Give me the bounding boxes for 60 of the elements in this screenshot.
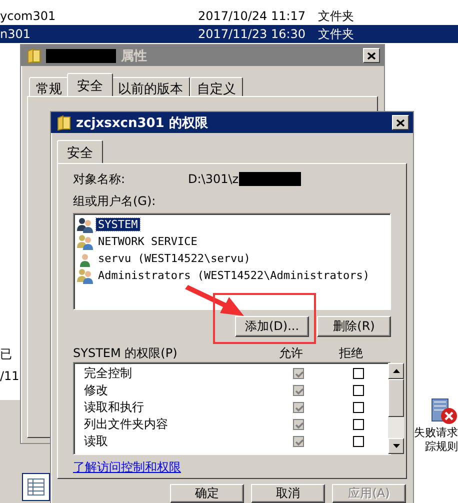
deny-checkbox[interactable]	[352, 419, 364, 430]
permission-name: 列出文件夹内容	[84, 416, 169, 433]
down-arrow-icon	[392, 444, 400, 448]
permission-name: 读取和执行	[84, 399, 145, 416]
column-header: 拒绝	[338, 344, 364, 362]
column-header: 允许	[278, 344, 304, 362]
taskbar-item[interactable]	[22, 473, 50, 501]
field-label: 组或用户名(G):	[73, 193, 157, 210]
file-name: n301	[0, 27, 32, 41]
folder-icon	[27, 48, 41, 64]
help-link[interactable]: 了解访问控制和权限	[73, 459, 181, 476]
users-icon	[77, 268, 93, 284]
modified-date: 2017/10/24 11:17	[198, 9, 307, 23]
annotation-arrow	[185, 285, 244, 316]
file-name: ycom301	[0, 9, 57, 23]
tab[interactable]: 以前的版本	[111, 77, 190, 96]
file-row[interactable]: n301 2017/11/23 16:30 文件夹	[0, 25, 458, 43]
close-icon	[367, 52, 376, 60]
tab[interactable]: 安全	[57, 140, 103, 163]
close-icon	[396, 118, 405, 126]
deny-checkbox[interactable]	[352, 385, 364, 396]
user-item[interactable]: SYSTEM	[96, 218, 140, 231]
field-label: 对象名称:	[73, 170, 126, 188]
file-row[interactable]: ycom301 2017/10/24 11:17 文件夹	[0, 7, 458, 25]
deny-checkbox[interactable]	[352, 402, 364, 413]
field-label: SYSTEM 的权限(P)	[73, 344, 178, 362]
deny-checkbox[interactable]	[352, 436, 364, 447]
permission-name: 完全控制	[84, 365, 133, 382]
ok-button[interactable]: 确定	[170, 484, 244, 503]
user-item[interactable]: NETWORK SERVICE	[96, 235, 200, 248]
permission-name: 修改	[84, 382, 109, 399]
window-title: 属性	[121, 48, 148, 64]
file-type: 文件夹	[318, 8, 354, 24]
tab[interactable]: 常规	[29, 77, 69, 96]
tab[interactable]: 自定义	[190, 77, 243, 96]
user-item[interactable]: servu (WEST14522\servu)	[96, 252, 252, 265]
remove-button[interactable]: 删除(R)	[317, 316, 391, 337]
close-button[interactable]	[392, 115, 409, 130]
file-text: 已	[0, 346, 12, 363]
folder-icon	[57, 114, 71, 130]
user-item[interactable]: Administrators (WEST14522\Administrators)	[96, 269, 372, 282]
item-label: 失败请求	[414, 426, 458, 440]
permission-name: 读取	[84, 433, 109, 450]
up-arrow-icon	[392, 369, 400, 373]
cancel-button[interactable]: 取消	[251, 484, 325, 503]
object-path: D:\301\z	[188, 172, 239, 186]
file-type: 文件夹	[318, 26, 354, 42]
users-icon	[77, 234, 93, 250]
add-button[interactable]: 添加(D)...	[235, 316, 309, 337]
scrollbar[interactable]	[388, 363, 404, 454]
redaction-bar	[238, 172, 301, 186]
tab[interactable]: 安全	[67, 73, 113, 96]
redaction-bar	[46, 48, 116, 62]
users-icon	[77, 216, 93, 232]
window-title: zcjxsxcn301 的权限	[76, 114, 209, 132]
modified-date: 2017/11/23 16:30	[198, 27, 307, 41]
item-label: 踪规则	[425, 440, 458, 454]
file-text: /11	[0, 369, 20, 383]
deny-checkbox[interactable]	[352, 368, 364, 379]
table-icon	[27, 478, 45, 496]
